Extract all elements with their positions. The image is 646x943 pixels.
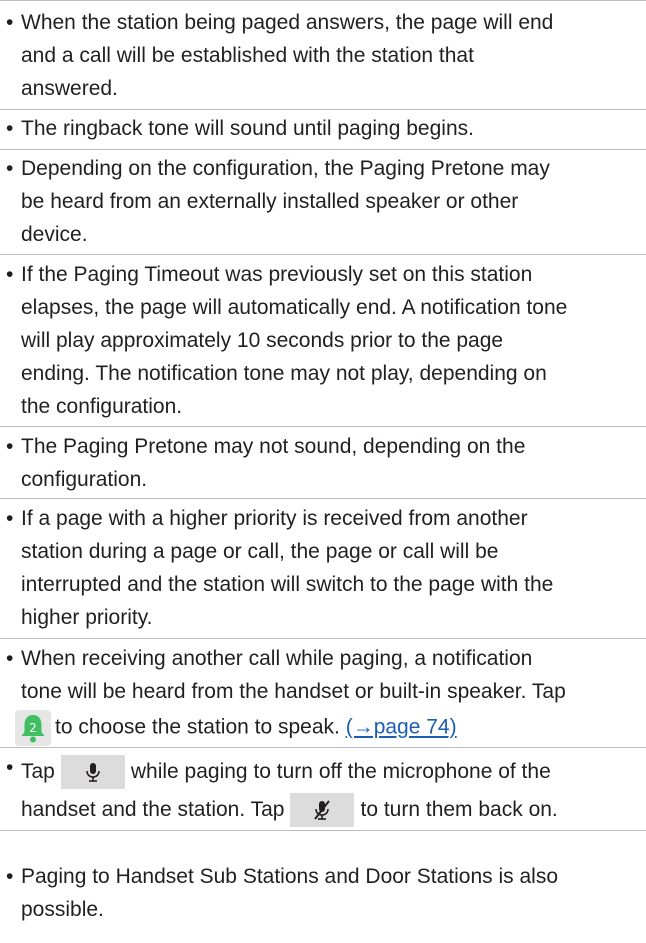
microphone-icon bbox=[86, 763, 100, 783]
separator bbox=[0, 638, 646, 639]
note-line: handset and the station. Tap to turn the… bbox=[21, 792, 643, 828]
note-line: Tap while paging to turn off the microph… bbox=[21, 754, 643, 790]
note-text-fragment: while paging to turn off the microphone … bbox=[130, 760, 551, 783]
microphone-mute-button[interactable] bbox=[290, 793, 355, 828]
note-line: 2 to choose the station to speak. (→page… bbox=[15, 710, 643, 746]
note-text-fragment: Tap bbox=[21, 760, 55, 783]
note-text: When receiving another call while paging… bbox=[15, 642, 643, 746]
note-text: Tap while paging to turn off the microph… bbox=[21, 751, 643, 828]
note-text: If the Paging Timeout was previously set… bbox=[21, 263, 568, 418]
note-line: When receiving another call while paging… bbox=[21, 647, 533, 670]
note-text: When the station being paged answers, th… bbox=[21, 11, 554, 100]
bullet: • bbox=[6, 647, 14, 670]
separator bbox=[0, 254, 646, 255]
top-rule bbox=[0, 0, 646, 1]
separator bbox=[0, 109, 646, 110]
separator bbox=[0, 426, 646, 427]
incoming-call-bell-icon[interactable]: 2 bbox=[15, 710, 51, 746]
note-text-fragment: to turn them back on. bbox=[360, 798, 558, 821]
microphone-button[interactable] bbox=[60, 755, 125, 790]
separator bbox=[0, 830, 646, 831]
note-text: Depending on the configuration, the Pagi… bbox=[21, 157, 550, 246]
bullet: • bbox=[6, 157, 14, 180]
separator bbox=[0, 149, 646, 150]
note-text: If a page with a higher priority is rece… bbox=[21, 507, 554, 629]
separator bbox=[0, 498, 646, 499]
bullet: • bbox=[6, 756, 14, 779]
note-text-fragment: handset and the station. Tap bbox=[21, 798, 285, 821]
bullet: • bbox=[6, 507, 14, 530]
bullet: • bbox=[6, 263, 14, 286]
microphone-mute-icon bbox=[314, 800, 331, 821]
separator bbox=[0, 747, 646, 748]
bullet: • bbox=[6, 435, 14, 458]
bullet: • bbox=[6, 117, 14, 140]
bullet: • bbox=[6, 11, 14, 34]
note-text: Paging to Handset Sub Stations and Door … bbox=[21, 865, 558, 921]
page-74-link[interactable]: (→page 74) bbox=[346, 716, 457, 739]
bell-badge: 2 bbox=[29, 721, 37, 735]
note-text: The Paging Pretone may not sound, depend… bbox=[21, 435, 526, 491]
note-text-fragment: to choose the station to speak. bbox=[55, 715, 340, 739]
bullet: • bbox=[6, 865, 14, 888]
note-text: The ringback tone will sound until pagin… bbox=[21, 117, 474, 140]
note-line: tone will be heard from the handset or b… bbox=[21, 680, 566, 703]
